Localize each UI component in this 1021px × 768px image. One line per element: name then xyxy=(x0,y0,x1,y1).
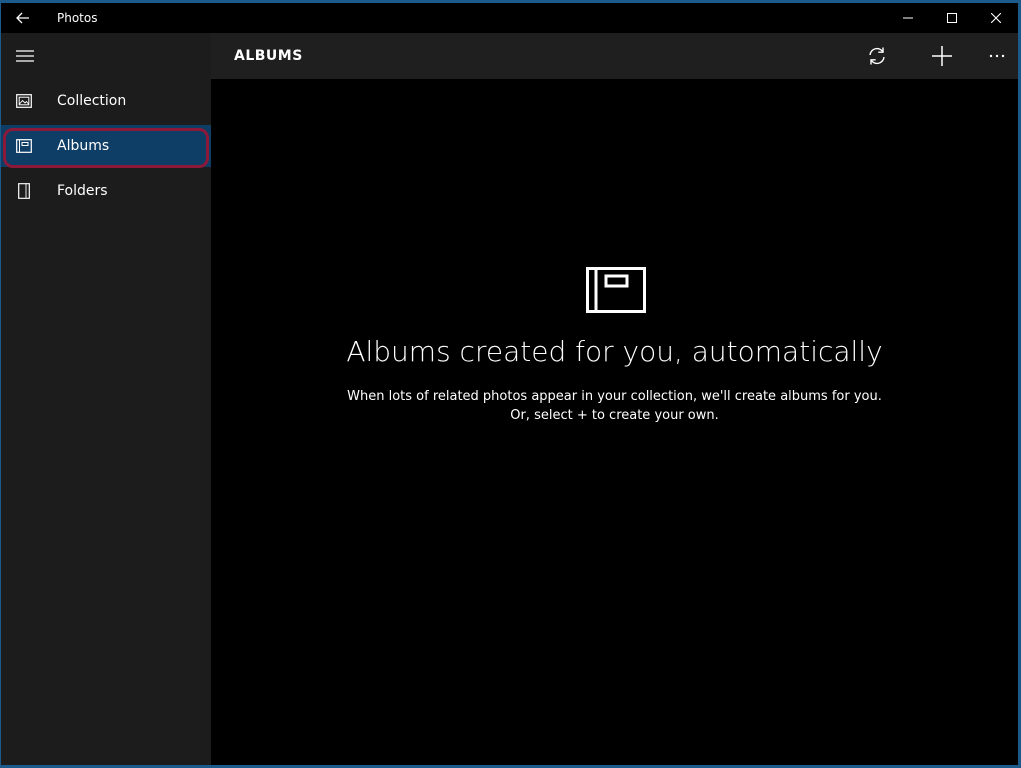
refresh-button[interactable] xyxy=(853,33,901,79)
back-button[interactable] xyxy=(1,3,45,33)
add-icon xyxy=(932,46,952,66)
page-header: ALBUMS xyxy=(211,33,1018,79)
app-title: Photos xyxy=(57,11,98,25)
albums-empty-state: Albums created for you, automatically Wh… xyxy=(211,79,1018,765)
title-bar: Photos xyxy=(1,3,1018,33)
minimize-icon xyxy=(903,17,913,19)
sidebar-item-label: Albums xyxy=(57,138,110,154)
minimize-button[interactable] xyxy=(886,3,930,33)
sidebar-item-collection[interactable]: Collection xyxy=(1,80,211,122)
empty-state-line-1: When lots of related photos appear in yo… xyxy=(347,389,882,404)
empty-state-line-2: Or, select + to create your own. xyxy=(510,408,719,423)
maximize-button[interactable] xyxy=(930,3,974,33)
refresh-icon xyxy=(869,47,885,65)
more-button[interactable] xyxy=(973,33,1018,79)
empty-state-description: When lots of related photos appear in yo… xyxy=(211,387,1018,425)
photos-window: Photos Collection Albums Folders ALBUMS … xyxy=(1,3,1018,765)
album-icon xyxy=(586,267,646,313)
hamburger-button[interactable] xyxy=(1,33,49,79)
album-icon xyxy=(1,125,47,167)
collection-icon xyxy=(1,80,47,122)
sidebar-item-folders[interactable]: Folders xyxy=(1,170,211,212)
window-controls xyxy=(886,3,1018,33)
sidebar-item-albums[interactable]: Albums xyxy=(1,125,211,167)
add-button[interactable] xyxy=(918,33,966,79)
sidebar-item-label: Collection xyxy=(57,93,127,109)
folder-icon xyxy=(1,170,47,212)
navigation-pane: Collection Albums Folders xyxy=(1,33,211,765)
more-icon xyxy=(989,54,1005,58)
back-arrow-icon xyxy=(16,12,29,24)
hamburger-icon xyxy=(16,50,34,62)
maximize-icon xyxy=(947,13,957,23)
page-title: ALBUMS xyxy=(234,48,303,64)
close-button[interactable] xyxy=(974,3,1018,33)
close-icon xyxy=(991,13,1001,23)
empty-state-title: Albums created for you, automatically xyxy=(346,335,883,368)
sidebar-item-label: Folders xyxy=(57,183,108,199)
